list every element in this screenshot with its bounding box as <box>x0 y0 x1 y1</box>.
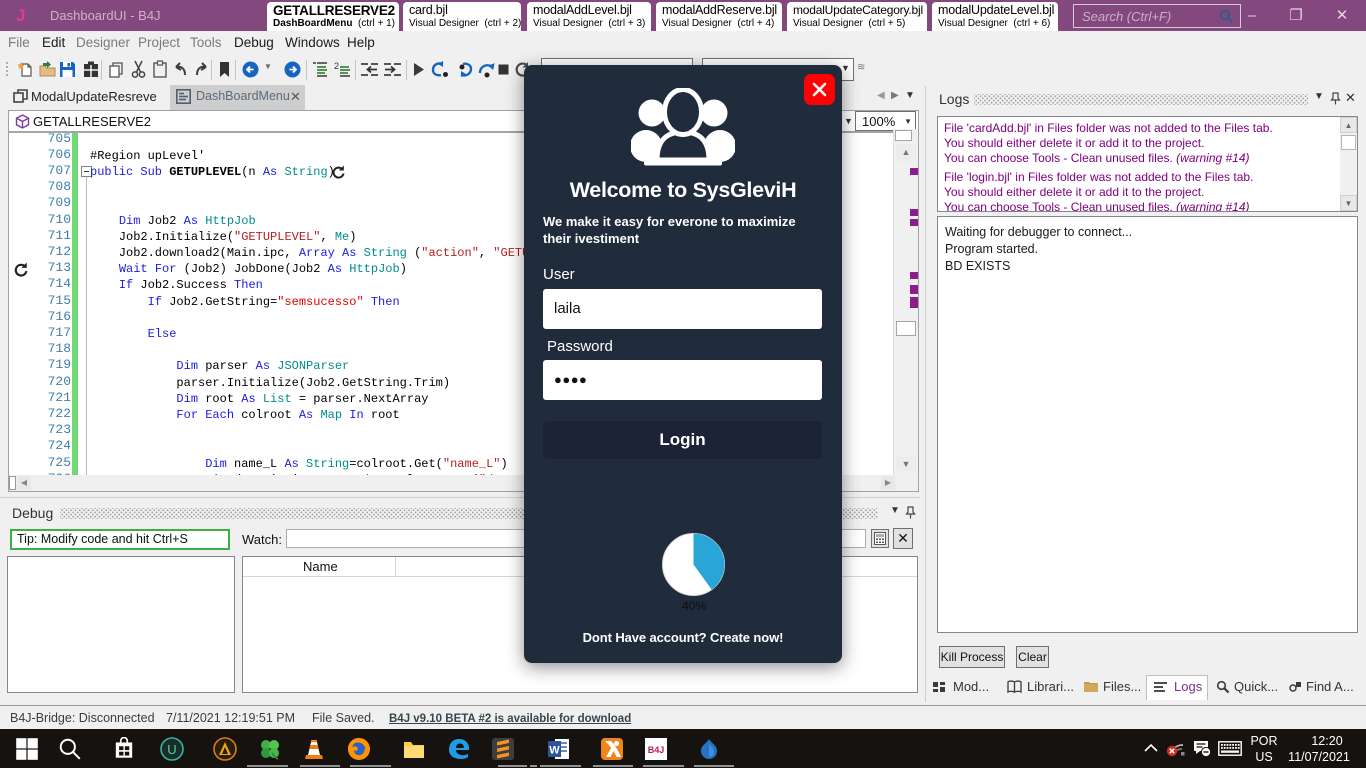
svg-text:2: 2 <box>334 61 339 71</box>
svg-text:W: W <box>549 745 560 757</box>
svg-text:B4J: B4J <box>648 745 665 755</box>
svg-text:U: U <box>167 742 176 757</box>
